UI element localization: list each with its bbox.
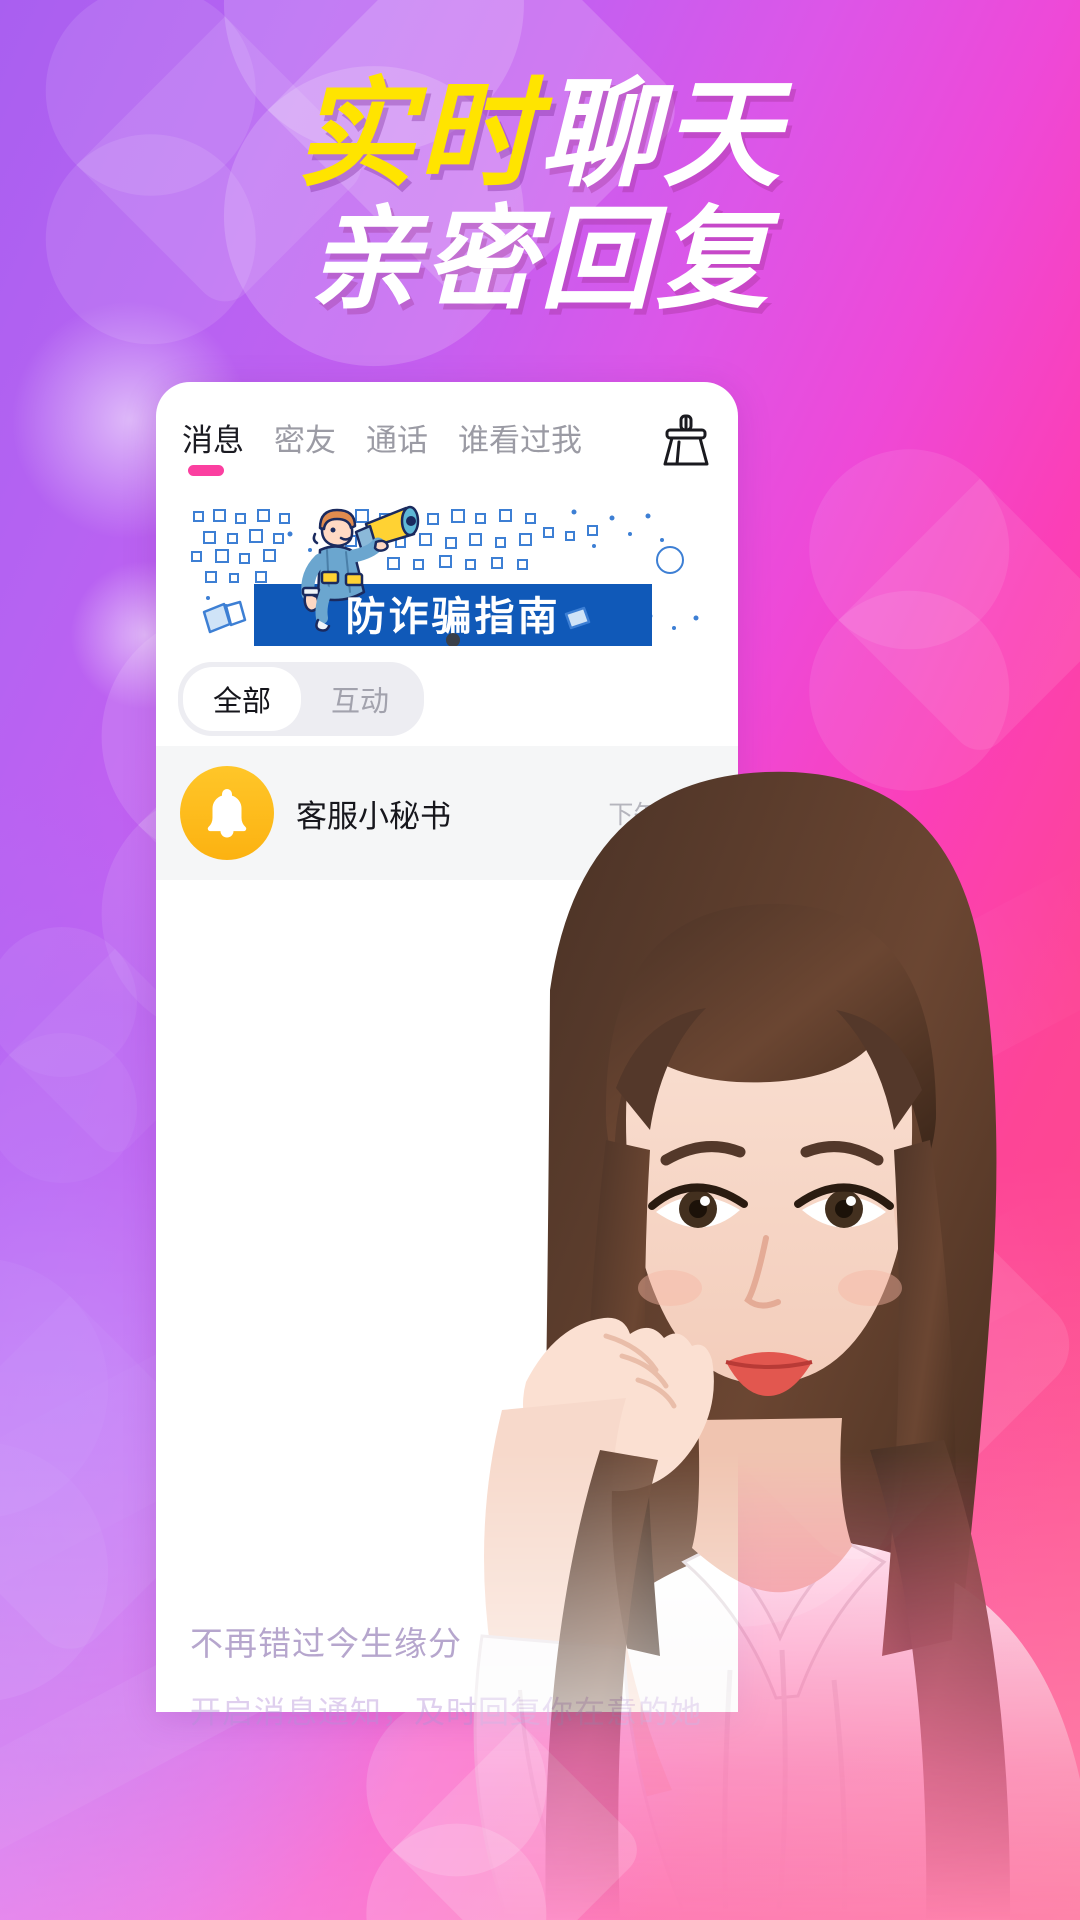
model-photo [430, 690, 1080, 1920]
headline-highlight: 实时 [295, 65, 540, 203]
tab-who-viewed-me[interactable]: 谁看过我 [458, 415, 582, 476]
app-tab-bar: 消息 密友 通话 谁看过我 [156, 382, 738, 482]
model-portrait-illustration [473, 771, 1080, 1920]
filter-chip-all[interactable]: 全部 [183, 667, 302, 731]
bell-icon [207, 789, 247, 838]
filter-chip-interaction[interactable]: 互动 [301, 667, 419, 731]
headline-line-2: 亲密回复 [308, 195, 772, 326]
avatar [180, 766, 274, 860]
tab-messages[interactable]: 消息 [182, 415, 244, 476]
promo-headline: 实时聊天 亲密回复 [0, 71, 1080, 326]
filter-chip-group: 全部 互动 [178, 662, 425, 736]
tab-list: 消息 密友 通话 谁看过我 [182, 415, 660, 476]
anti-fraud-banner[interactable]: 防诈骗指南 [170, 488, 724, 646]
broom-icon[interactable] [660, 412, 712, 468]
tab-calls[interactable]: 通话 [366, 415, 428, 476]
headline-rest: 聊天 [540, 65, 785, 203]
tab-close-friends[interactable]: 密友 [274, 415, 336, 476]
headline-line-1: 实时聊天 [0, 71, 1080, 197]
banner-illustration: 防诈骗指南 [170, 488, 724, 646]
